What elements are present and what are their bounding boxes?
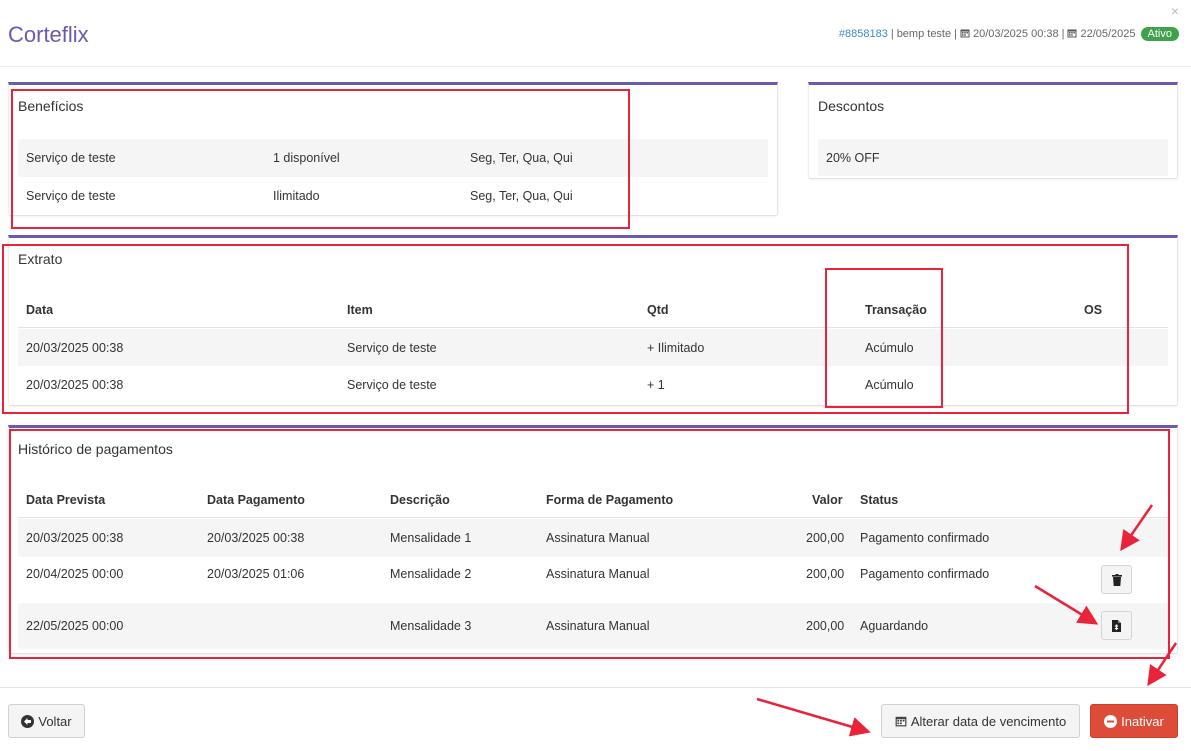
- column-header: Valor: [812, 492, 843, 507]
- pagamento-valor: 200,00: [806, 567, 845, 581]
- minus-circle-icon: [1104, 714, 1118, 728]
- pagamento-data: 20/03/2025 01:06: [207, 567, 305, 581]
- meta-separator: |: [1061, 28, 1065, 40]
- column-header: Data Pagamento: [207, 492, 305, 507]
- historico-panel: Histórico de pagamentos Data Prevista Da…: [8, 425, 1178, 654]
- calendar-icon: [895, 716, 907, 727]
- meta-separator: |: [954, 28, 957, 40]
- pagamento-prevista: 20/04/2025 00:00: [26, 567, 124, 581]
- descontos-panel: Descontos 20% OFF: [808, 82, 1178, 179]
- invoice-icon: [1112, 619, 1121, 632]
- desconto-row: 20% OFF: [818, 139, 1168, 176]
- pagamento-prevista: 20/03/2025 00:38: [26, 531, 124, 545]
- column-header: OS: [1084, 302, 1103, 317]
- modal-header: × Corteflix #8858183 | bemp teste | 20/0…: [0, 0, 1191, 67]
- alterar-vencimento-label: Alterar data de vencimento: [910, 713, 1067, 729]
- pagamento-data: 20/03/2025 00:38: [207, 531, 305, 545]
- pagamento-status: Aguardando: [860, 619, 929, 633]
- page-title: Corteflix: [8, 22, 89, 47]
- pagamento-forma: Assinatura Manual: [546, 531, 650, 545]
- subscription-meta: #8858183 | bemp teste | 20/03/2025 00:38…: [839, 27, 1179, 41]
- pagamento-forma: Assinatura Manual: [546, 567, 650, 581]
- column-header: Transação: [865, 302, 927, 317]
- beneficio-dias: Seg, Ter, Qua, Qui: [470, 151, 573, 165]
- table-row: 20/03/2025 00:38 Serviço de teste + 1 Ac…: [18, 366, 1168, 403]
- beneficio-servico: Serviço de teste: [26, 188, 116, 203]
- alterar-vencimento-button[interactable]: Alterar data de vencimento: [881, 704, 1080, 738]
- extrato-data: 20/03/2025 00:38: [26, 377, 124, 392]
- invoice-button[interactable]: [1101, 611, 1132, 640]
- column-header: Data Prevista: [26, 492, 106, 507]
- customer-name: bemp teste: [896, 28, 952, 40]
- pagamento-status: Pagamento confirmado: [860, 531, 990, 545]
- arrow-left-circle-icon: [21, 714, 35, 728]
- column-header: Qtd: [647, 302, 669, 317]
- beneficios-title: Benefícios: [18, 98, 84, 114]
- voltar-button[interactable]: Voltar: [8, 704, 85, 738]
- pagamento-prevista: 22/05/2025 00:00: [26, 619, 124, 633]
- table-header: Data Item Qtd Transação OS: [18, 292, 1168, 328]
- extrato-item: Serviço de teste: [347, 377, 437, 392]
- voltar-label: Voltar: [38, 713, 72, 729]
- table-header: Data Prevista Data Pagamento Descrição F…: [18, 482, 1168, 518]
- pagamento-descricao: Mensalidade 1: [390, 531, 472, 545]
- pagamento-valor: 200,00: [806, 531, 845, 545]
- extrato-panel: Extrato Data Item Qtd Transação OS 20/03…: [8, 235, 1178, 406]
- column-header: Item: [347, 302, 373, 317]
- desconto-valor: 20% OFF: [826, 150, 880, 165]
- extrato-data: 20/03/2025 00:38: [26, 340, 124, 355]
- inativar-button[interactable]: Inativar: [1090, 704, 1178, 738]
- column-header: Data: [26, 302, 54, 317]
- end-date: 22/05/2025: [1080, 28, 1136, 40]
- calendar-icon: [960, 28, 970, 41]
- meta-separator: |: [890, 28, 894, 40]
- descontos-title: Descontos: [818, 98, 885, 114]
- beneficio-qtd: Ilimitado: [273, 188, 320, 203]
- beneficios-panel: Benefícios Serviço de teste 1 disponível…: [8, 82, 778, 216]
- beneficio-servico: Serviço de teste: [26, 151, 116, 165]
- historico-title: Histórico de pagamentos: [18, 441, 173, 457]
- close-icon[interactable]: ×: [1171, 3, 1179, 19]
- beneficio-qtd: 1 disponível: [273, 151, 340, 165]
- extrato-transacao: Acúmulo: [865, 340, 914, 355]
- beneficio-row: Serviço de teste 1 disponível Seg, Ter, …: [18, 139, 768, 177]
- inativar-label: Inativar: [1121, 713, 1164, 729]
- table-row: 20/03/2025 00:38 Serviço de teste + Ilim…: [18, 329, 1168, 366]
- subscription-id-link[interactable]: #8858183: [839, 28, 888, 40]
- trash-icon: [1111, 573, 1122, 586]
- start-date: 20/03/2025 00:38: [972, 28, 1059, 40]
- table-row: 20/03/2025 00:38 20/03/2025 00:38 Mensal…: [18, 519, 1168, 557]
- column-header: Forma de Pagamento: [546, 492, 674, 507]
- table-row: 22/05/2025 00:00 Mensalidade 3 Assinatur…: [18, 603, 1168, 649]
- pagamento-descricao: Mensalidade 2: [390, 567, 472, 581]
- status-badge: Ativo: [1140, 27, 1179, 41]
- pagamento-valor: 200,00: [806, 619, 845, 633]
- column-header: Status: [860, 492, 899, 507]
- modal-footer: Voltar Alterar data de vencimento Inativ…: [0, 687, 1191, 751]
- table-row: 20/04/2025 00:00 20/03/2025 01:06 Mensal…: [18, 557, 1168, 603]
- pagamento-forma: Assinatura Manual: [546, 619, 650, 633]
- extrato-title: Extrato: [18, 251, 63, 267]
- delete-payment-button[interactable]: [1101, 565, 1132, 594]
- extrato-item: Serviço de teste: [347, 340, 437, 355]
- beneficio-dias: Seg, Ter, Qua, Qui: [470, 188, 573, 203]
- extrato-qtd: + Ilimitado: [647, 340, 705, 355]
- calendar-icon: [1067, 28, 1077, 41]
- beneficio-row: Serviço de teste Ilimitado Seg, Ter, Qua…: [18, 177, 768, 214]
- column-header: Descrição: [390, 492, 450, 507]
- extrato-transacao: Acúmulo: [865, 377, 914, 392]
- pagamento-status: Pagamento confirmado: [860, 567, 990, 581]
- pagamento-descricao: Mensalidade 3: [390, 619, 472, 633]
- extrato-qtd: + 1: [647, 377, 665, 392]
